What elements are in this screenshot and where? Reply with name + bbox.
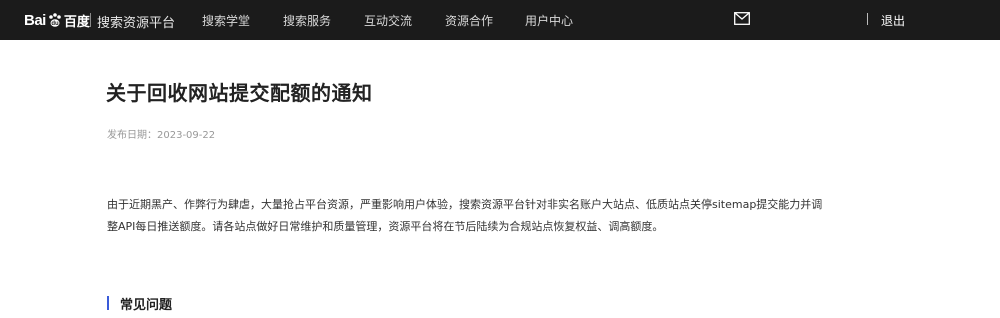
nav-item-search-services[interactable]: 搜索服务: [283, 12, 331, 29]
logo-divider: [90, 13, 91, 27]
logo-text-cn: 百度: [63, 14, 90, 30]
svg-text:du: du: [51, 21, 59, 27]
logo-text-latin: Bai: [24, 11, 46, 29]
top-navigation-bar: Bai du 百度 搜索资源平台 搜索学堂 搜索服务 互动交流 资源合作 用户中…: [0, 0, 1000, 40]
baidu-logo[interactable]: Bai du 百度: [24, 10, 90, 30]
nav-item-cooperation[interactable]: 资源合作: [445, 12, 493, 29]
logout-link[interactable]: 退出: [881, 12, 905, 29]
paw-icon: du: [49, 13, 61, 27]
nav-item-search-academy[interactable]: 搜索学堂: [202, 12, 250, 29]
article-title: 关于回收网站提交配额的通知: [106, 81, 373, 105]
publish-date-label: 发布日期：: [107, 130, 157, 141]
publish-date-value: 2023-09-22: [157, 130, 216, 141]
publish-date: 发布日期：2023-09-22: [107, 126, 215, 141]
platform-title[interactable]: 搜索资源平台: [97, 12, 175, 31]
nav-item-interaction[interactable]: 互动交流: [364, 12, 412, 29]
article-body: 由于近期黑产、作弊行为肆虐，大量抢占平台资源，严重影响用户体验，搜索资源平台针对…: [107, 198, 823, 233]
header-separator: [867, 13, 868, 25]
mail-icon[interactable]: [734, 12, 750, 25]
faq-heading: 常见问题: [120, 298, 173, 313]
faq-accent-bar: [107, 296, 109, 310]
nav-item-user-center[interactable]: 用户中心: [525, 12, 573, 29]
